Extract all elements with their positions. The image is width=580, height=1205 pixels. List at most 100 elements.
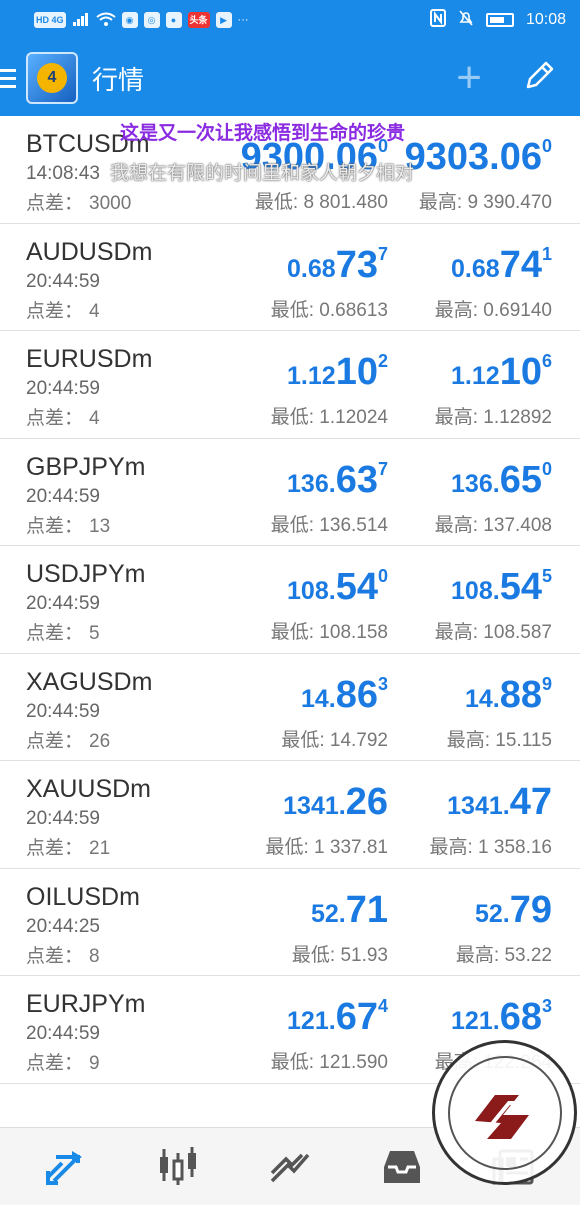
ask-price[interactable]: 14.889 [465,674,552,717]
bid-price-big: 67 [335,996,378,1038]
spread-value: 13 [89,515,111,537]
ask-price[interactable]: 108.545 [451,566,552,609]
low-price: 最低: 0.68613 [270,299,388,321]
spread-value: 8 [89,945,100,967]
spread-label: 点差： [26,300,84,322]
low-price: 最低: 121.590 [270,1052,388,1073]
spread-label: 点差： [26,193,84,214]
high-price: 最高: 1 358.16 [429,837,552,858]
logo-number: 4 [37,63,67,93]
ask-price-big: 79 [509,888,552,931]
quote-time: 20:44:25 [26,915,100,937]
edit-icon[interactable] [522,59,556,98]
quote-row[interactable]: XAGUSDm 20:44:59 点差： 26 14.863 14.889 最低: 14.7… [0,654,580,761]
trade-icon[interactable] [260,1137,320,1197]
ask-price[interactable]: 0.68741 [451,244,552,287]
bid-price-sup: 7 [377,243,388,264]
bid-price[interactable]: 136.637 [287,459,388,502]
watermark-graphic [448,1056,562,1170]
app-icon: ▶ [215,12,232,28]
ask-price-sup: 1 [541,243,552,264]
menu-icon[interactable] [0,68,18,88]
high-price: 最高: 15.115 [446,729,552,751]
spread-label: 点差： [26,945,84,967]
spread-value: 4 [89,408,100,429]
bid-price-big: 54 [335,566,378,608]
spread-info: 点差： 26 [26,726,110,753]
ask-price[interactable]: 1341.47 [447,781,552,824]
bid-price-small: 121. [287,1007,336,1035]
ask-price-big: 47 [509,781,552,823]
high-price: 最高: 9 390.470 [418,192,552,213]
bid-price-big: 10 [335,351,378,393]
quote-row[interactable]: XAUUSDm 20:44:59 点差： 21 1341.26 1341.47 最低: 1 … [0,761,580,869]
quote-row[interactable]: OILUSDm 20:44:25 点差： 8 52.71 52.79 最低: 51.93 最高… [0,869,580,976]
ask-price-big: 68 [499,996,542,1038]
bid-price-small: 1341. [283,792,346,820]
spread-label: 点差： [26,1053,84,1074]
symbol-name: OILUSDm [26,882,140,911]
quote-row[interactable]: AUDUSDm 20:44:59 点差： 4 0.68737 0.68741 最低: 0.6… [0,224,580,331]
ask-price-sup: 3 [541,996,552,1016]
bid-price[interactable]: 121.674 [287,996,388,1039]
low-price: 最低: 14.792 [281,729,388,751]
bid-price[interactable]: 14.863 [301,674,388,717]
quote-time: 20:44:59 [26,808,100,829]
history-icon[interactable] [372,1137,432,1197]
bid-price[interactable]: 0.68737 [287,244,388,287]
spread-info: 点差： 9 [26,1048,100,1075]
ask-price[interactable]: 136.650 [451,459,552,502]
battery-icon [485,13,514,27]
app-icon: ● [165,12,182,28]
quote-time: 20:44:59 [26,700,100,722]
status-left: HD 4G ◉ ◎ ● 头条 ▶ ··· [34,12,249,29]
ask-price-big: 74 [499,243,542,286]
quote-row[interactable]: USDJPYm 20:44:59 点差： 5 108.540 108.545 最低: 108… [0,546,580,654]
caption-line-1: 这是又一次让我感悟到生命的珍贵 [120,123,406,144]
bid-price-sup: 0 [377,566,388,586]
bid-price-sup: 3 [377,673,388,694]
bid-price-big: 73 [335,243,378,286]
ask-price-big: 54 [499,566,542,608]
status-right: 10:08 [429,8,566,32]
chart-icon[interactable] [148,1137,208,1197]
bid-price[interactable]: 108.540 [287,566,388,609]
bid-price[interactable]: 1341.26 [283,781,388,824]
ask-price-big: 9303.06 [404,136,542,178]
bid-price[interactable]: 1.12102 [287,351,388,394]
spread-value: 9 [89,1053,100,1074]
symbol-name: EURUSDm [26,345,153,373]
spread-value: 4 [89,300,100,322]
add-symbol-icon[interactable]: + [456,56,482,100]
ask-price-small: 0.68 [451,254,500,283]
ask-price[interactable]: 52.79 [475,889,552,932]
high-price: 最高: 137.408 [434,514,552,536]
spread-label: 点差： [26,730,84,752]
symbol-name: XAGUSDm [26,667,153,696]
spread-info: 点差： 21 [26,833,110,860]
spread-label: 点差： [26,515,84,537]
spread-label: 点差： [26,838,84,859]
bid-price-small: 108. [287,577,336,605]
high-price: 最高: 53.22 [455,944,552,966]
quotes-icon[interactable] [36,1137,96,1197]
quote-row[interactable]: EURUSDm 20:44:59 点差： 4 1.12102 1.12106 最低: 1.1… [0,331,580,439]
bid-price[interactable]: 52.71 [311,889,388,932]
wechat-icon: ◎ [143,12,160,28]
ask-price[interactable]: 121.683 [451,996,552,1039]
ask-price[interactable]: 9303.060 [405,136,552,179]
low-price: 最低: 1 337.81 [265,837,388,858]
bid-price-small: 14. [300,684,336,713]
spread-label: 点差： [26,408,84,429]
toutiao-icon: 头条 [187,12,210,28]
quote-time: 20:44:59 [26,1023,100,1044]
ask-price-big: 10 [499,351,542,393]
quote-time: 20:44:59 [26,270,100,292]
low-price: 最低: 108.158 [270,622,388,643]
bid-price-sup: 7 [377,458,388,479]
quote-row[interactable]: GBPJPYm 20:44:59 点差： 13 136.637 136.650 最低: 13… [0,439,580,546]
ask-price-sup: 6 [541,351,552,371]
ask-price[interactable]: 1.12106 [451,351,552,394]
status-bar: HD 4G ◉ ◎ ● 头条 ▶ ··· 10:08 [0,0,580,40]
high-price: 最高: 108.587 [434,622,552,643]
